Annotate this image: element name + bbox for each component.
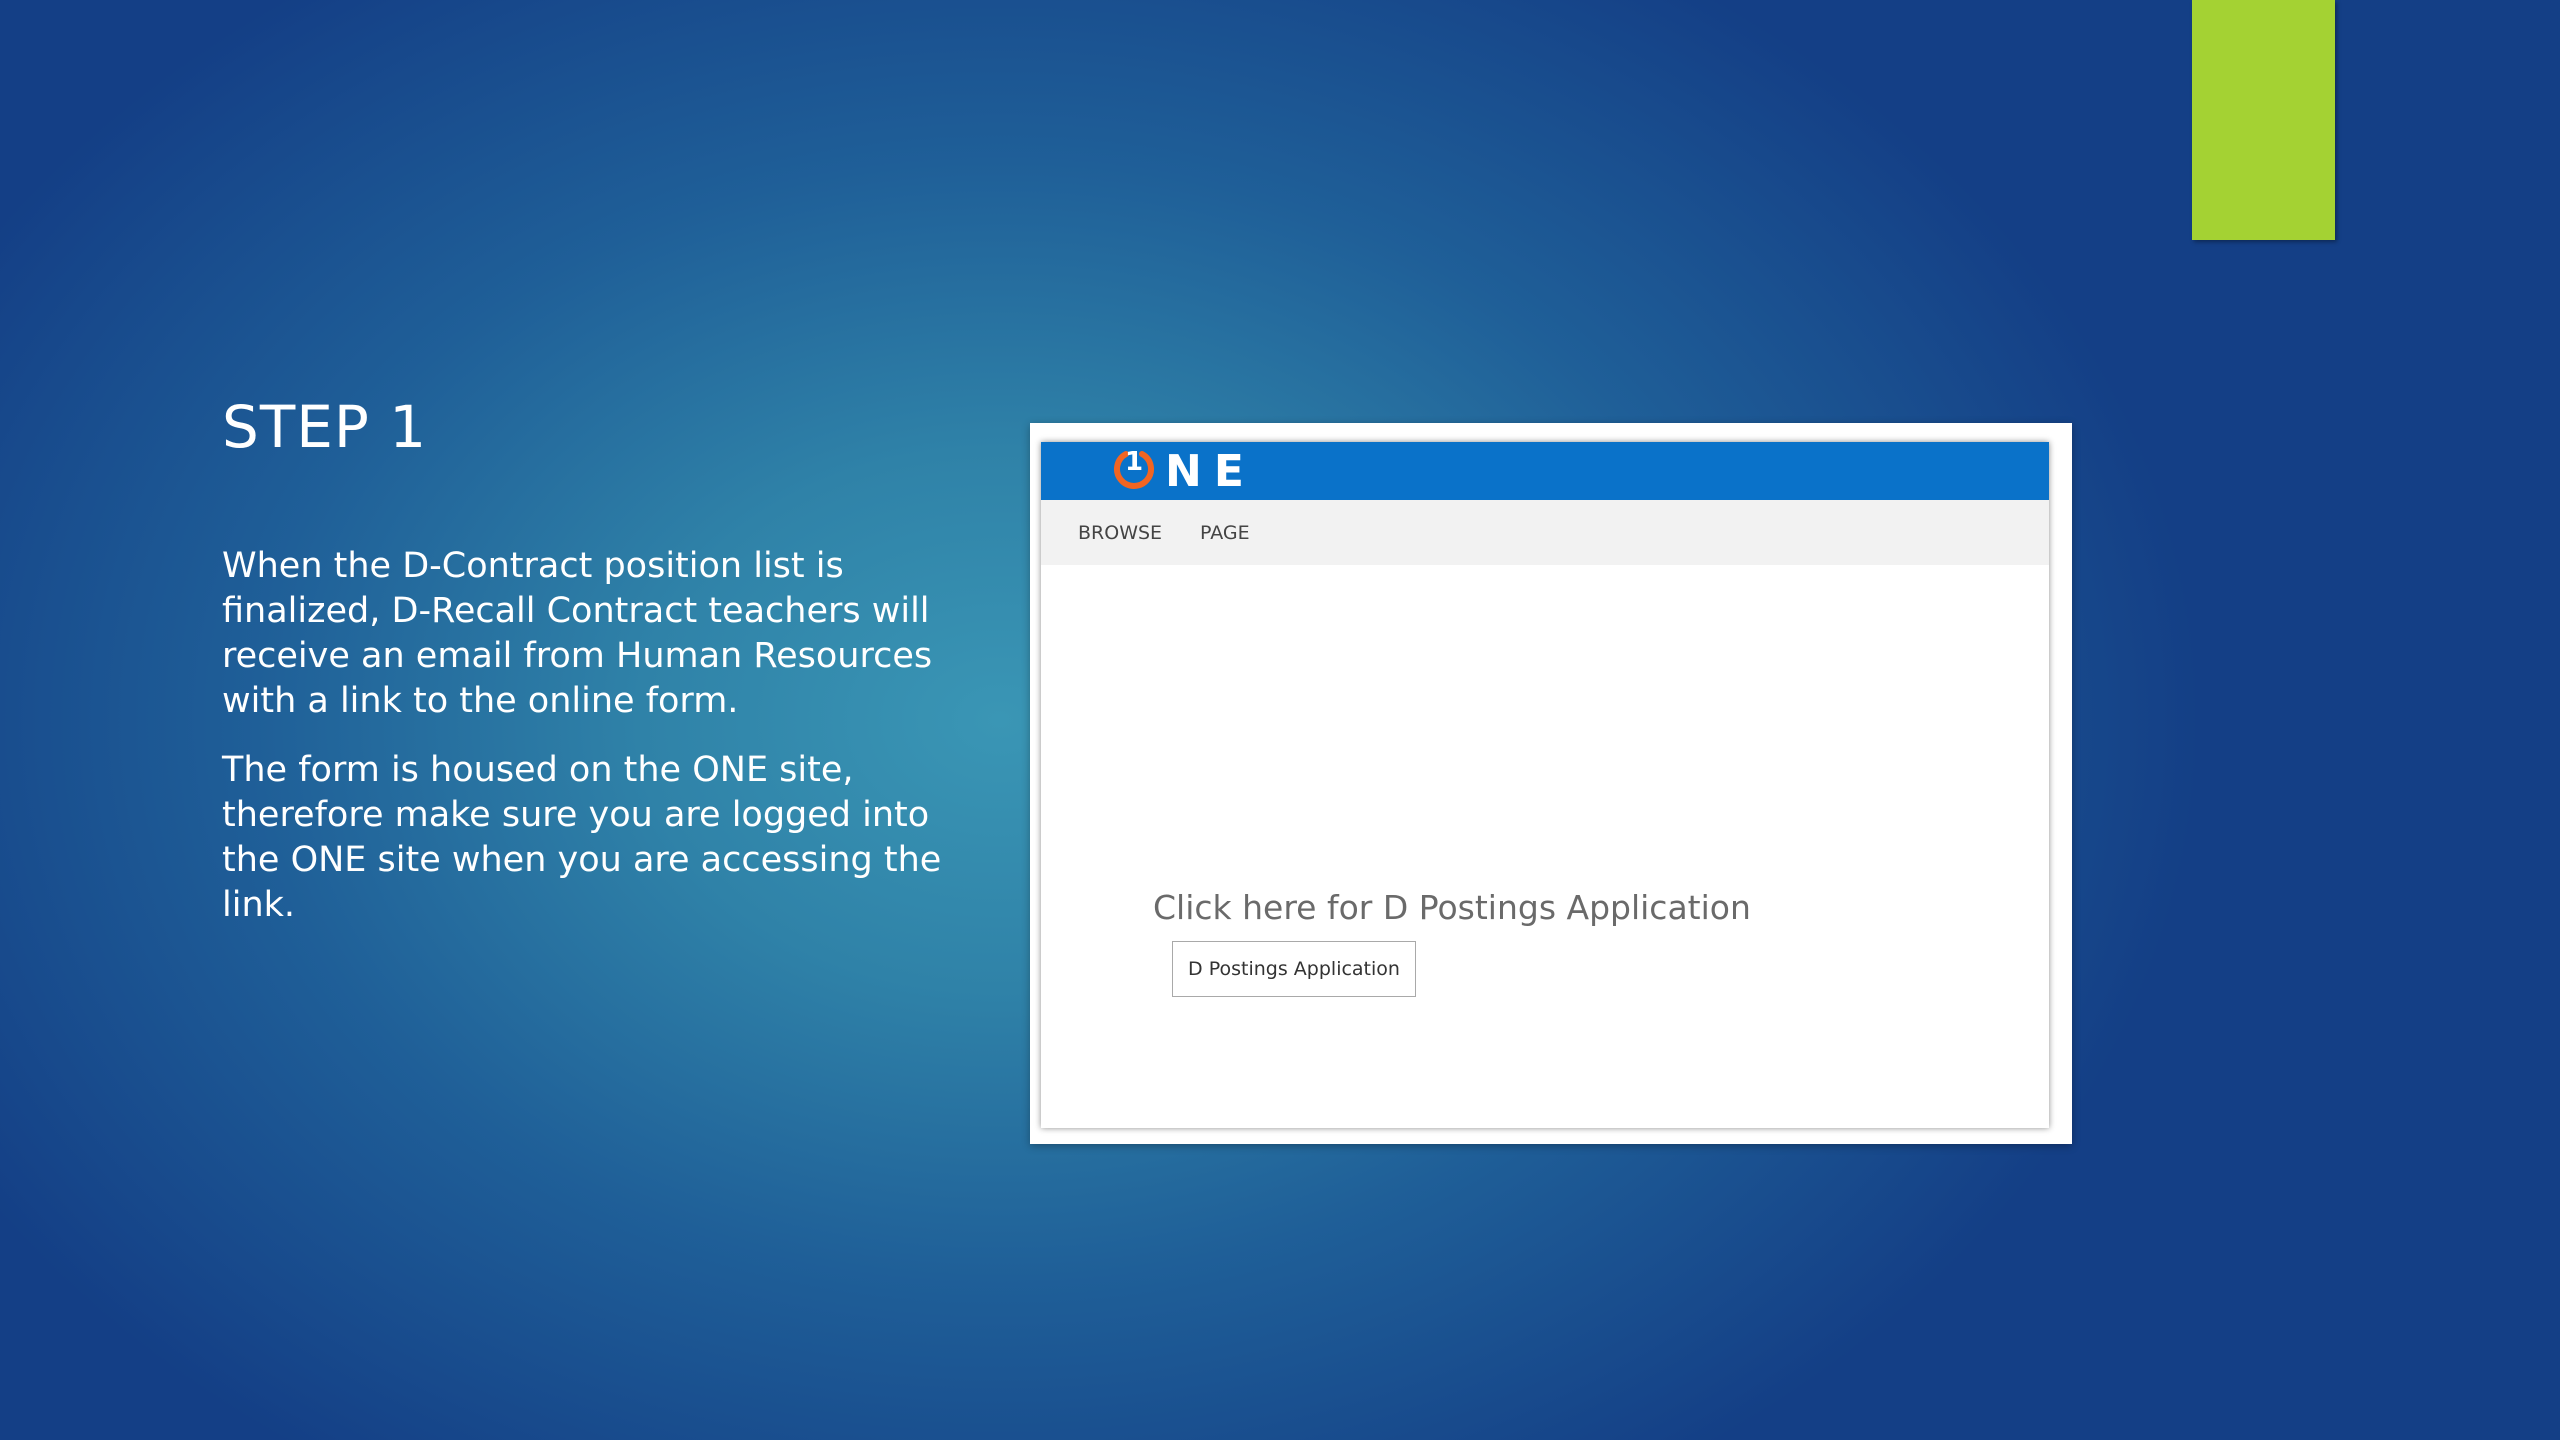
one-site-header: 1 NE <box>1041 442 2049 500</box>
slide-body: When the D-Contract position list is fin… <box>222 544 942 952</box>
logo-text: NE <box>1165 445 1256 497</box>
d-postings-application-button[interactable]: D Postings Application <box>1172 941 1416 997</box>
one-power-logo-icon: 1 <box>1109 444 1159 498</box>
tab-browse[interactable]: BROWSE <box>1078 522 1162 544</box>
accent-bar <box>2192 0 2335 240</box>
one-logo[interactable]: 1 NE <box>1109 444 1256 498</box>
slide: STEP 1 When the D-Contract position list… <box>0 0 2560 1440</box>
slide-title: STEP 1 <box>222 393 428 461</box>
screenshot-frame: 1 NE BROWSE PAGE Click here for D Postin… <box>1030 423 2072 1144</box>
tab-page[interactable]: PAGE <box>1200 522 1250 544</box>
one-site-page: 1 NE BROWSE PAGE Click here for D Postin… <box>1041 442 2049 1128</box>
content-heading: Click here for D Postings Application <box>1153 888 1751 927</box>
logo-numeral: 1 <box>1125 447 1143 477</box>
ribbon-bar: BROWSE PAGE <box>1041 500 2049 565</box>
body-paragraph: The form is housed on the ONE site, ther… <box>222 750 942 925</box>
body-paragraph: When the D-Contract position list is fin… <box>222 546 933 721</box>
